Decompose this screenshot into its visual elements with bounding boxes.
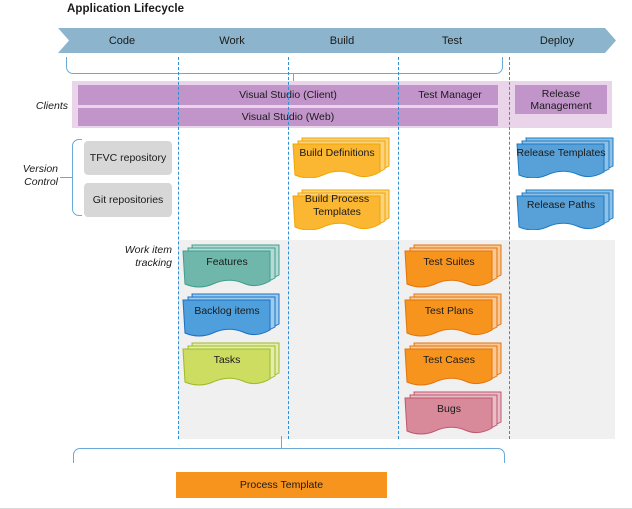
version-control-bracket: [72, 139, 82, 216]
stage-code[interactable]: Code: [58, 28, 186, 53]
repo-git[interactable]: Git repositories: [84, 183, 172, 217]
column-divider-code-work: [178, 57, 179, 439]
side-label-version-control: Version Control: [22, 163, 58, 188]
version-control-bracket-stem: [60, 177, 73, 178]
doc-tasks[interactable]: Tasks: [182, 341, 282, 386]
doc-backlog-items[interactable]: Backlog items: [182, 292, 282, 337]
bottom-bracket-stem: [281, 436, 282, 449]
top-bracket: [66, 57, 503, 74]
diagram-canvas: Application Lifecycle Code Work Build Te…: [0, 0, 632, 509]
bottom-bracket: [73, 448, 505, 463]
doc-test-suites[interactable]: Test Suites: [404, 243, 504, 288]
doc-build-process-templates[interactable]: Build Process Templates: [292, 188, 392, 230]
clients-test-manager[interactable]: Test Manager: [404, 85, 496, 105]
stage-work[interactable]: Work: [168, 28, 296, 53]
stage-test[interactable]: Test: [388, 28, 516, 53]
column-divider-work-build: [288, 57, 289, 439]
doc-release-templates[interactable]: Release Templates: [516, 136, 616, 178]
doc-features[interactable]: Features: [182, 243, 282, 288]
doc-bugs[interactable]: Bugs: [404, 390, 504, 435]
doc-release-paths[interactable]: Release Paths: [516, 188, 616, 230]
doc-test-cases[interactable]: Test Cases: [404, 341, 504, 386]
process-template-box[interactable]: Process Template: [176, 472, 387, 498]
doc-test-plans[interactable]: Test Plans: [404, 292, 504, 337]
repo-tfvc[interactable]: TFVC repository: [84, 141, 172, 175]
column-divider-test-deploy: [509, 57, 510, 439]
column-divider-build-test: [398, 57, 399, 439]
page-title: Application Lifecycle: [67, 3, 185, 15]
clients-release-management[interactable]: Release Management: [515, 85, 607, 114]
lifecycle-stage-band: Code Work Build Test Deploy: [58, 28, 616, 53]
stage-build[interactable]: Build: [278, 28, 406, 53]
doc-build-definitions[interactable]: Build Definitions: [292, 136, 392, 178]
side-label-clients: Clients: [35, 100, 68, 112]
stage-deploy[interactable]: Deploy: [498, 28, 616, 53]
side-label-work-item-tracking: Work item tracking: [124, 244, 172, 269]
